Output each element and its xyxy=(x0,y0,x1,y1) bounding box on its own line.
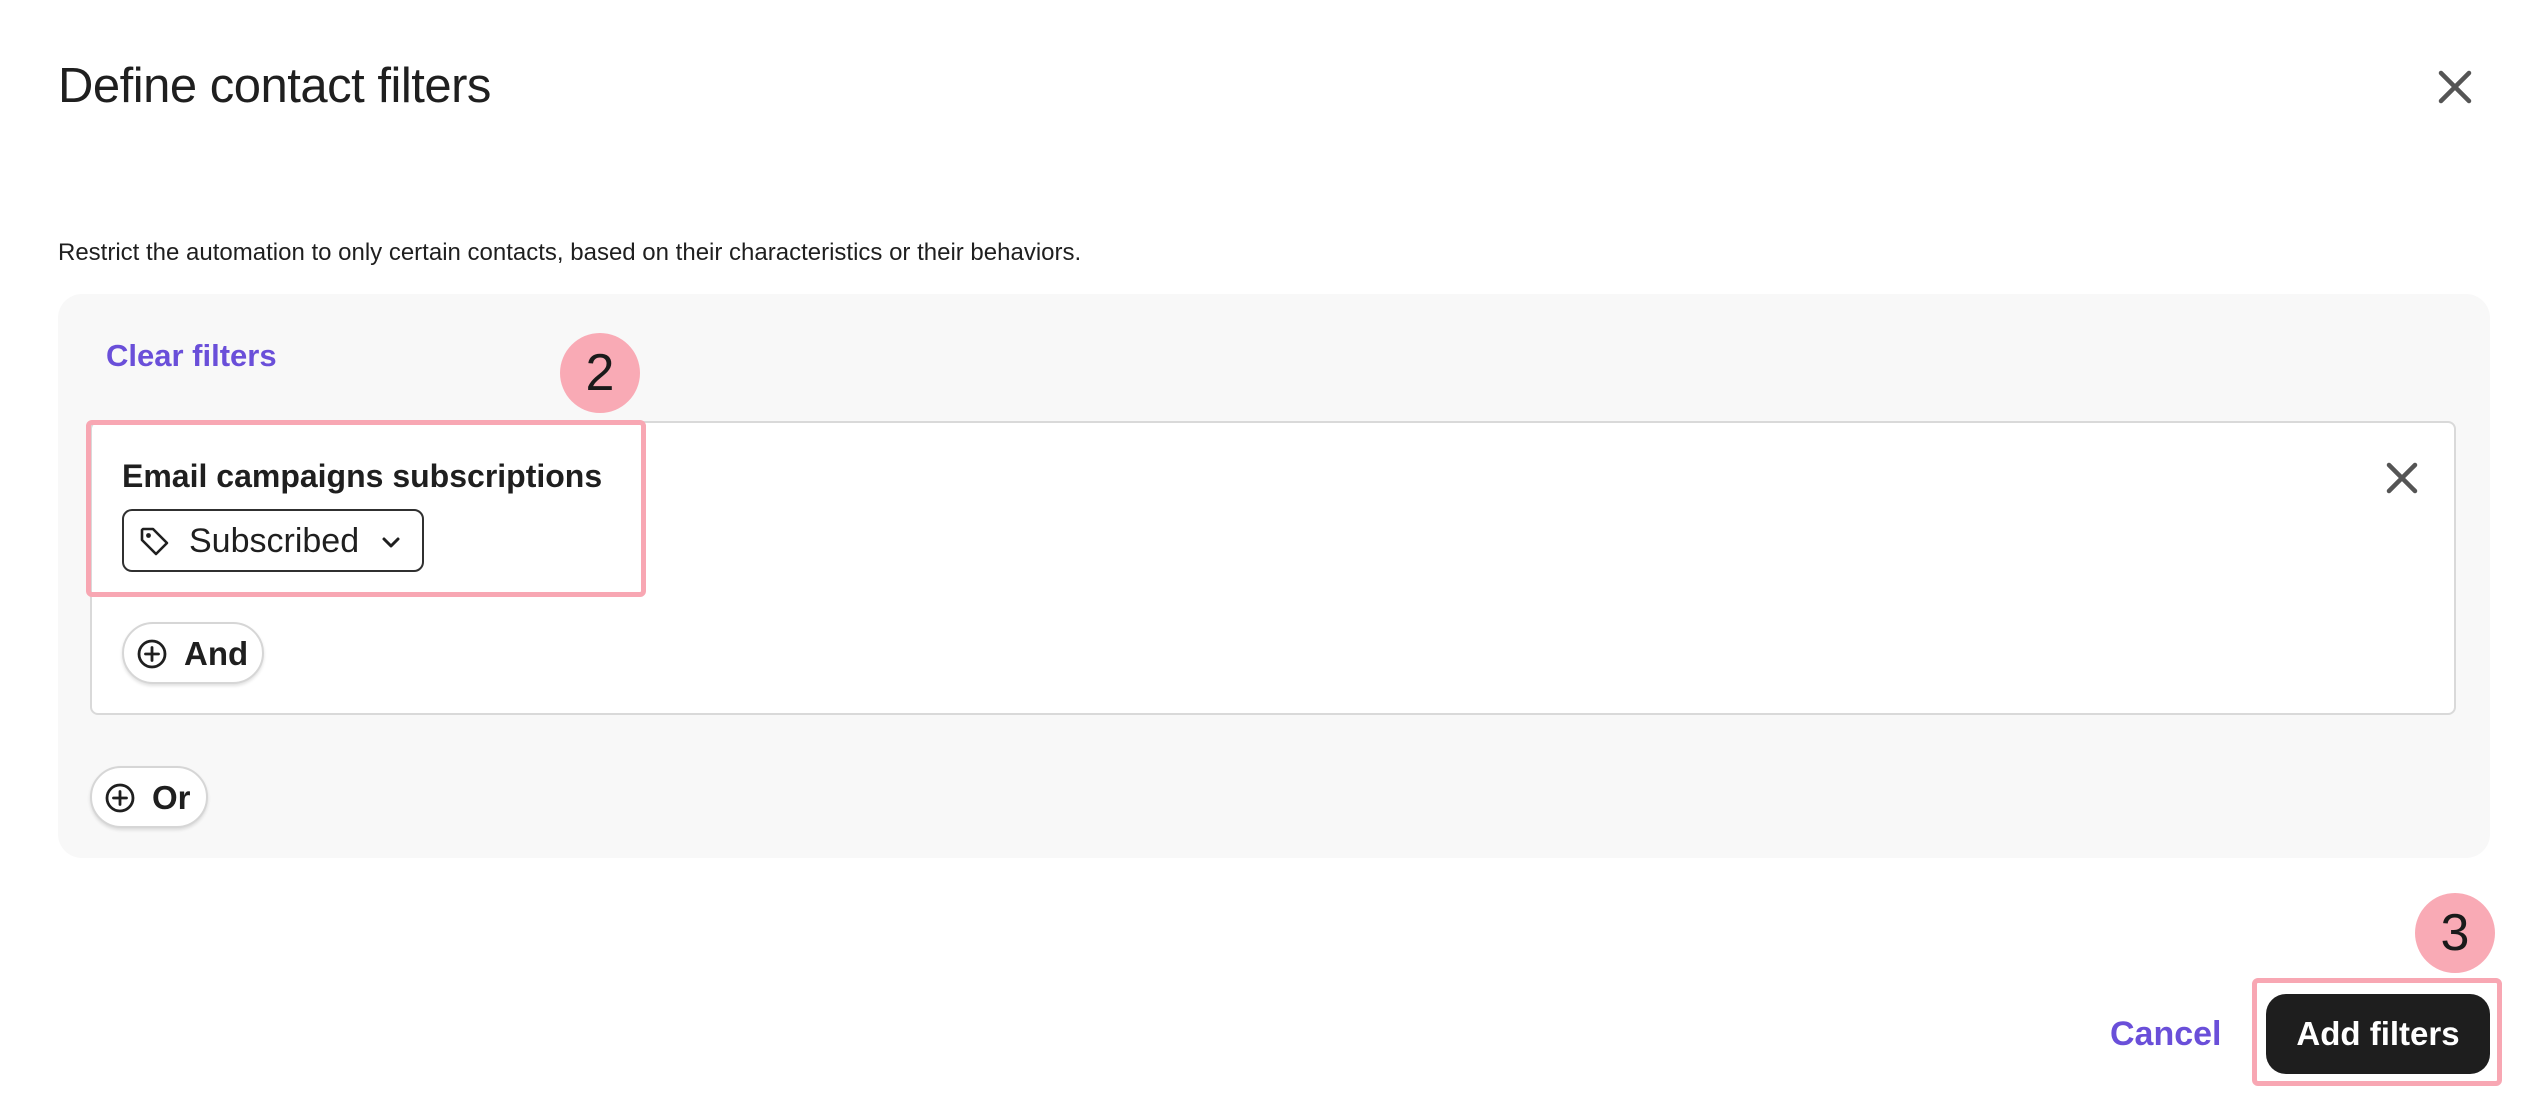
tag-icon xyxy=(140,527,169,556)
step-badge-3: 3 xyxy=(2415,893,2495,973)
or-button-label: Or xyxy=(152,779,191,816)
remove-condition-button[interactable] xyxy=(2380,456,2424,500)
condition-value-select[interactable]: Subscribed xyxy=(122,509,424,572)
modal-title: Define contact filters xyxy=(58,59,491,113)
chevron-down-icon xyxy=(382,537,400,548)
modal-description: Restrict the automation to only certain … xyxy=(58,239,1082,266)
add-filters-button[interactable]: Add filters xyxy=(2266,994,2490,1074)
add-or-group-button[interactable]: Or xyxy=(90,766,208,828)
close-icon xyxy=(2386,462,2418,494)
and-button-label: And xyxy=(184,635,249,672)
add-and-condition-button[interactable]: And xyxy=(122,622,264,684)
close-modal-button[interactable] xyxy=(2426,58,2484,116)
step-badge-2: 2 xyxy=(560,333,640,413)
close-icon xyxy=(2438,70,2472,104)
cancel-button[interactable]: Cancel xyxy=(2110,1012,2222,1056)
plus-circle-icon xyxy=(105,783,135,813)
condition-title: Email campaigns subscriptions xyxy=(122,458,603,494)
clear-filters-link[interactable]: Clear filters xyxy=(106,336,277,376)
contact-filters-modal: Define contact filters Restrict the auto… xyxy=(0,0,2548,1120)
plus-circle-icon xyxy=(137,639,167,669)
condition-value-label: Subscribed xyxy=(189,522,360,560)
